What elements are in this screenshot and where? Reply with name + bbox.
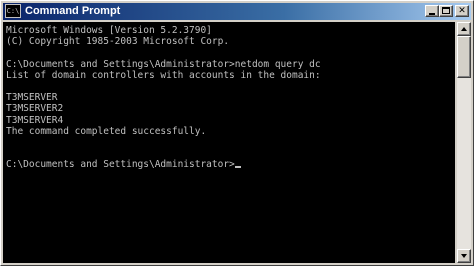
console-prompt: C:\Documents and Settings\Administrator>: [6, 159, 235, 171]
title-bar[interactable]: C:\ Command Prompt ✕: [3, 3, 471, 20]
console-line-server: T3MSERVER4: [6, 114, 64, 126]
command-prompt-window: C:\ Command Prompt ✕ Microsoft Windows […: [0, 0, 474, 266]
console-line-version: Microsoft Windows [Version 5.2.3790]: [6, 25, 212, 36]
scroll-down-button[interactable]: [457, 249, 471, 263]
console-prompt-line[interactable]: C:\Documents and Settings\Administrator>: [6, 159, 321, 170]
console-line-list-header: List of domain controllers with accounts…: [6, 69, 321, 81]
arrow-down-icon: [461, 254, 467, 258]
text-cursor: [234, 166, 241, 169]
console-line-command: C:\Documents and Settings\Administrator>…: [6, 58, 321, 70]
scrollbar-thumb[interactable]: [457, 36, 471, 78]
console-line-server: T3MSERVER: [6, 92, 58, 104]
console-line-copyright: (C) Copyright 1985-2003 Microsoft Corp.: [6, 36, 230, 48]
scroll-up-button[interactable]: [457, 22, 471, 36]
maximize-button[interactable]: [439, 5, 453, 17]
minimize-button[interactable]: [425, 5, 439, 17]
console-line-server: T3MSERVER2: [6, 103, 64, 115]
console-lines: Microsoft Windows [Version 5.2.3790] (C)…: [6, 25, 321, 170]
command-prompt-icon[interactable]: C:\: [5, 4, 21, 18]
minimize-icon: [429, 13, 435, 15]
vertical-scrollbar[interactable]: [457, 22, 471, 263]
window-title: Command Prompt: [25, 5, 121, 17]
console-line-success: The command completed successfully.: [6, 125, 207, 137]
close-button[interactable]: ✕: [455, 5, 469, 17]
close-icon: ✕: [458, 6, 466, 16]
arrow-up-icon: [461, 27, 467, 31]
maximize-icon: [442, 7, 450, 14]
console-output[interactable]: Microsoft Windows [Version 5.2.3790] (C)…: [3, 22, 455, 263]
